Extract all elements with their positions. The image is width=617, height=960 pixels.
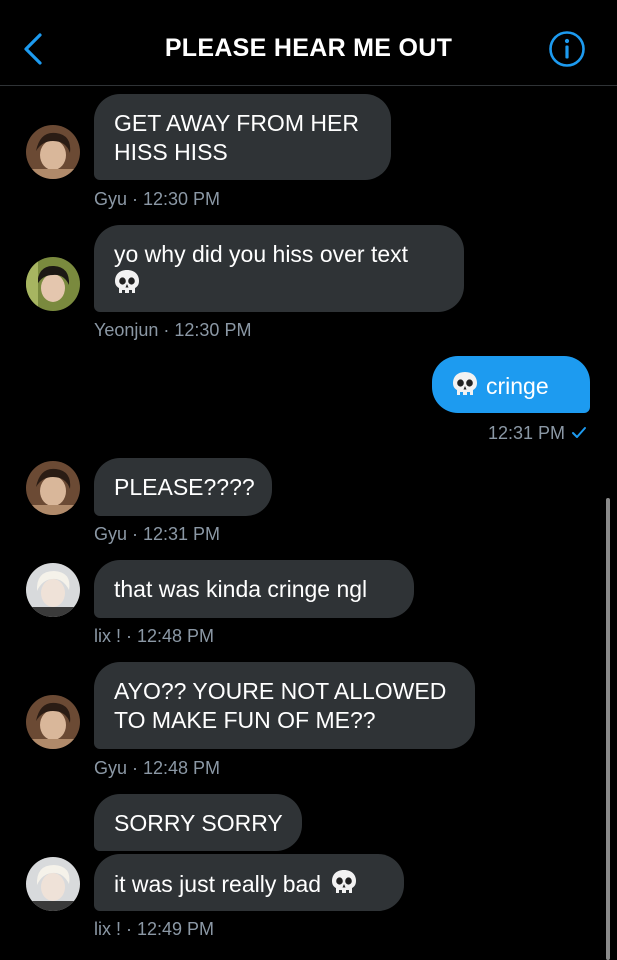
message-meta: lix ! · 12:49 PM: [94, 919, 215, 939]
skull-icon: [115, 270, 139, 293]
skull-icon: [453, 372, 477, 395]
avatar-gyu[interactable]: [26, 461, 80, 515]
message-text: yo why did you hiss over text: [114, 241, 409, 267]
message-text: HISS HISS: [114, 139, 228, 165]
conversation-title: PLEASE HEAR ME OUT: [164, 34, 453, 62]
message-time: 12:31 PM: [488, 423, 566, 443]
check-icon: [572, 427, 587, 438]
message-text: SORRY SORRY: [114, 810, 283, 836]
avatar-lix[interactable]: [26, 857, 80, 911]
message-meta: Gyu · 12:31 PM: [94, 524, 221, 544]
message-text: PLEASE????: [114, 474, 255, 500]
message-bubble[interactable]: AYO?? YOURE NOT ALLOWED TO MAKE FUN OF M…: [94, 662, 475, 749]
message-text: that was kinda cringe ngl: [114, 576, 368, 602]
message-meta: lix ! · 12:48 PM: [94, 626, 215, 646]
message-meta: 12:31 PM: [488, 423, 587, 444]
message-text: cringe: [486, 373, 549, 399]
message-text: AYO?? YOURE NOT ALLOWED: [114, 678, 447, 704]
info-icon[interactable]: [548, 30, 586, 68]
message-bubble[interactable]: GET AWAY FROM HER HISS HISS: [94, 94, 391, 180]
avatar-gyu[interactable]: [26, 125, 80, 179]
conversation-header: PLEASE HEAR ME OUT: [0, 0, 617, 86]
message-meta: Gyu · 12:48 PM: [94, 758, 221, 778]
message-meta: Yeonjun · 12:30 PM: [94, 320, 252, 340]
message-bubble[interactable]: it was just really bad: [94, 854, 404, 911]
message-meta: Gyu · 12:30 PM: [94, 189, 221, 209]
message-text: GET AWAY FROM HER: [114, 110, 359, 136]
message-text: it was just really bad: [114, 871, 322, 897]
message-bubble[interactable]: that was kinda cringe ngl: [94, 560, 414, 618]
message-bubble[interactable]: SORRY SORRY: [94, 794, 302, 851]
sent-message-bubble[interactable]: cringe: [432, 356, 590, 413]
message-text: TO MAKE FUN OF ME??: [114, 707, 376, 733]
skull-icon: [332, 870, 357, 893]
avatar-gyu[interactable]: [26, 695, 80, 749]
message-bubble[interactable]: yo why did you hiss over text: [94, 225, 464, 312]
avatar-lix[interactable]: [26, 563, 80, 617]
avatar-yeonjun[interactable]: [26, 257, 80, 311]
message-bubble[interactable]: PLEASE????: [94, 458, 272, 516]
message-feed[interactable]: GET AWAY FROM HER HISS HISS Gyu · 12:30 …: [0, 86, 617, 960]
scrollbar[interactable]: [606, 498, 610, 960]
